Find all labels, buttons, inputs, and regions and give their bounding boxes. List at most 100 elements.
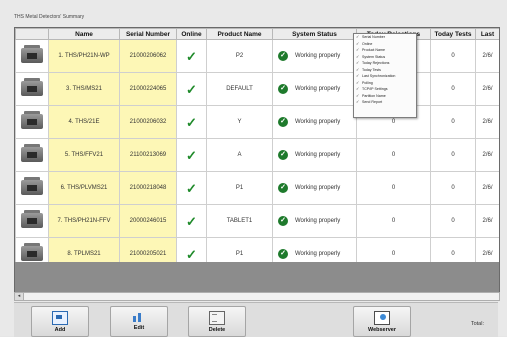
edit-button[interactable]: Edit (110, 306, 168, 337)
table-body: 1. THS/PH21N-WP 21000206062 ✓ P2 ✓ Working pr… (15, 39, 499, 271)
checkmark-icon: ✓ (186, 114, 197, 130)
cell-last[interactable]: 2/6/ (475, 171, 499, 205)
add-detector-icon (52, 311, 68, 325)
cell-status[interactable]: ✓ Working properly (272, 105, 357, 139)
cell-status[interactable]: ✓ Working properly (272, 72, 357, 106)
metal-detector-icon (18, 175, 46, 199)
menu-item-label: TCP/IP Settings (362, 87, 388, 91)
status-text: Working properly (295, 53, 341, 59)
column-chooser-menu: ✓ Serial Number ✓ Online ✓ Product Name ✓ Syste… (353, 33, 417, 118)
cell-tests[interactable]: 0 (430, 138, 476, 172)
cell-product[interactable]: P2 (206, 39, 273, 73)
cell-last[interactable]: 2/6/ (475, 204, 499, 238)
status-text: Working properly (295, 86, 341, 92)
cell-product[interactable]: Y (206, 105, 273, 139)
cell-name[interactable]: 6. THS/PLVMS21 (48, 171, 120, 205)
cell-online: ✓ (176, 204, 207, 238)
cell-status[interactable]: ✓ Working properly (272, 171, 357, 205)
cell-name[interactable]: 5. THS/FFV21 (48, 138, 120, 172)
table-row[interactable]: 5. THS/FFV21 21100213069 ✓ A ✓ Working proper… (15, 138, 499, 172)
menu-item-label: Online (362, 41, 373, 46)
checkmark-icon: ✓ (186, 213, 197, 229)
cell-last[interactable]: 2/6/ (475, 72, 499, 106)
cell-name[interactable]: 7. THS/PH21N-FFV (48, 204, 120, 238)
table-row[interactable]: 4. THS/21E 21000206032 ✓ Y ✓ Working properly… (15, 105, 499, 139)
cell-status[interactable]: ✓ Working properly (272, 39, 357, 73)
table-header-row: Name Serial Number Online Product Name S… (15, 28, 499, 40)
checkmark-icon: ✓ (186, 246, 197, 262)
ok-circle-icon: ✓ (278, 117, 288, 127)
cell-last[interactable]: 2/6/ (475, 39, 499, 73)
cell-status[interactable]: ✓ Working properly (272, 138, 357, 172)
menu-item-label: System Status (362, 54, 386, 59)
cell-online: ✓ (176, 105, 207, 139)
edit-chart-icon (132, 311, 146, 323)
detectors-grid: Name Serial Number Online Product Name S… (14, 27, 500, 293)
delete-button[interactable]: Delete (188, 306, 246, 337)
cell-tests[interactable]: 0 (430, 39, 476, 73)
status-text: Working properly (295, 185, 341, 191)
cell-serial[interactable]: 21000206032 (119, 105, 177, 139)
cell-rejections[interactable]: 0 (356, 138, 431, 172)
detectors-table: Name Serial Number Online Product Name S… (15, 28, 499, 271)
checkmark-icon: ✓ (186, 180, 197, 196)
cell-name[interactable]: 3. THS/MS21 (48, 72, 120, 106)
ok-circle-icon: ✓ (278, 183, 288, 193)
cell-serial[interactable]: 21000218048 (119, 171, 177, 205)
cell-serial[interactable]: 20000246015 (119, 204, 177, 238)
status-text: Working properly (295, 218, 341, 224)
status-text: Working properly (295, 152, 341, 158)
cell-serial[interactable]: 21000224065 (119, 72, 177, 106)
menu-item-label: Send Report (362, 100, 383, 104)
col-header-status[interactable]: System Status (272, 28, 357, 40)
col-header-online[interactable]: Online (176, 28, 207, 40)
metal-detector-icon (18, 76, 46, 100)
cell-online: ✓ (176, 138, 207, 172)
cell-product[interactable]: TABLET1 (206, 204, 273, 238)
menu-item-label: Serial Number (362, 35, 385, 39)
cell-rejections[interactable]: 0 (356, 171, 431, 205)
col-header-name[interactable]: Name (48, 28, 120, 40)
checkmark-icon: ✓ (186, 48, 197, 64)
cell-product[interactable]: DEFAULT (206, 72, 273, 106)
col-header-product[interactable]: Product Name (206, 28, 273, 40)
cell-tests[interactable]: 0 (430, 105, 476, 139)
checkmark-icon: ✓ (356, 99, 360, 104)
cell-serial[interactable]: 21000206062 (119, 39, 177, 73)
menu-item[interactable]: ✓ Send Report (354, 99, 416, 106)
cell-name[interactable]: 1. THS/PH21N-WP (48, 39, 120, 73)
ok-circle-icon: ✓ (278, 150, 288, 160)
cell-serial[interactable]: 21100213069 (119, 138, 177, 172)
cell-rejections[interactable]: 0 (356, 204, 431, 238)
col-header-serial[interactable]: Serial Number (119, 28, 177, 40)
col-header-thumb[interactable] (15, 28, 49, 40)
col-header-tests[interactable]: Today Tests (430, 28, 476, 40)
webserver-button-label: Webserver (367, 327, 397, 333)
cell-last[interactable]: 2/6/ (475, 105, 499, 139)
table-row[interactable]: 3. THS/MS21 21000224065 ✓ DEFAULT ✓ Working p… (15, 72, 499, 106)
cell-tests[interactable]: 0 (430, 204, 476, 238)
webserver-button[interactable]: Webserver (353, 306, 411, 337)
table-row[interactable]: 1. THS/PH21N-WP 21000206062 ✓ P2 ✓ Working pr… (15, 39, 499, 73)
menu-item-label: Polling (362, 80, 373, 85)
cell-product[interactable]: P1 (206, 171, 273, 205)
metal-detector-icon (18, 208, 46, 232)
table-row[interactable]: 7. THS/PH21N-FFV 20000246015 ✓ TABLET1 ✓ Work… (15, 204, 499, 238)
add-button[interactable]: Add (31, 306, 89, 337)
scroll-left-arrow-icon[interactable]: ◂ (15, 293, 24, 300)
cell-product[interactable]: A (206, 138, 273, 172)
col-header-last[interactable]: Last (475, 28, 499, 40)
cell-status[interactable]: ✓ Working properly (272, 204, 357, 238)
cell-tests[interactable]: 0 (430, 171, 476, 205)
table-row[interactable]: 6. THS/PLVMS21 21000218048 ✓ P1 ✓ Working pro… (15, 171, 499, 205)
window-title: THS Metal Detectors' Summary (14, 14, 85, 20)
horizontal-scrollbar[interactable]: ◂ (14, 292, 500, 301)
cell-tests[interactable]: 0 (430, 72, 476, 106)
menu-item-label: Last Synchronization (362, 74, 396, 78)
delete-button-label: Delete (208, 327, 226, 333)
cell-last[interactable]: 2/6/ (475, 138, 499, 172)
ok-circle-icon: ✓ (278, 84, 288, 94)
cell-name[interactable]: 4. THS/21E (48, 105, 120, 139)
detector-thumbnail (15, 204, 49, 238)
checkmark-icon: ✓ (186, 81, 197, 97)
